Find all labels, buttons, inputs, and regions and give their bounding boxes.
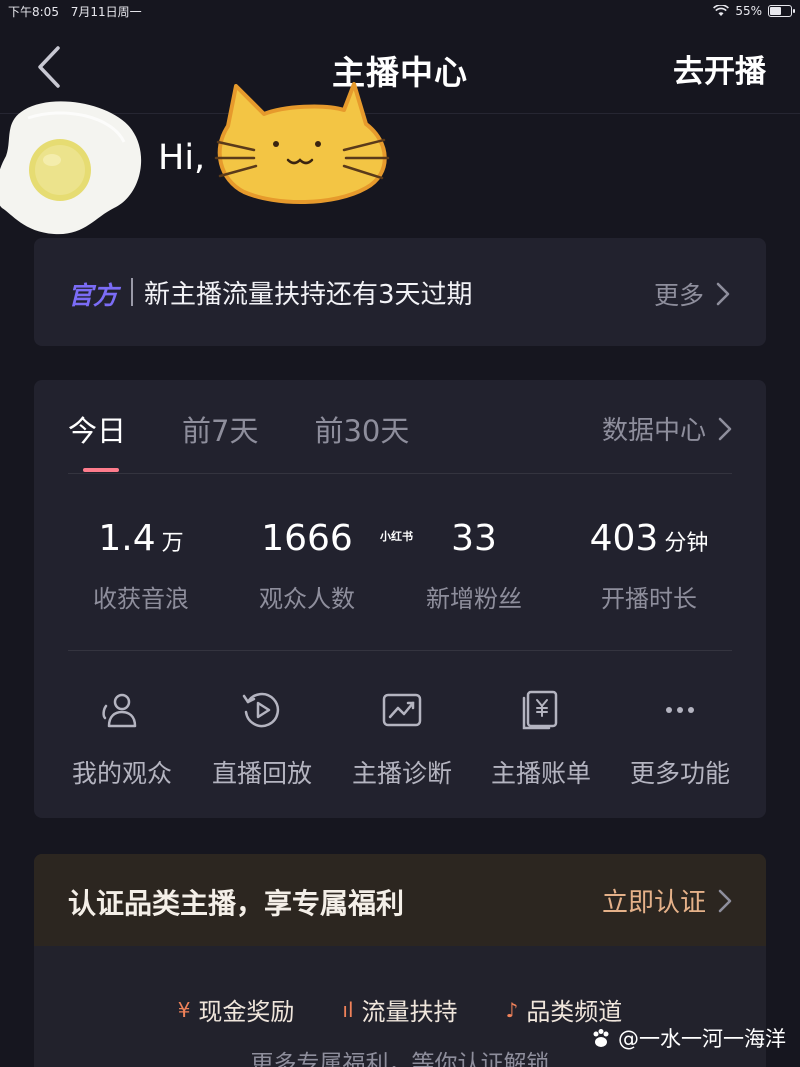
official-notice[interactable]: 官方 新主播流量扶持还有3天过期 更多 [34, 238, 766, 346]
audience-icon [102, 693, 137, 728]
yuan-icon: ¥ [177, 997, 191, 1022]
perk-list: ¥ 现金奖励 ıl 流量扶持 ♪ 品类频道 [34, 992, 766, 1027]
metric-value: 403 [589, 518, 659, 559]
stats-card: 今日 前7天 前30天 数据中心 1.4 万 收获音浪 1666 观众人数 小红书… [34, 380, 766, 818]
streamer-bill-button[interactable]: 主播账单 [475, 688, 607, 790]
music-note-icon: ♪ [505, 997, 519, 1022]
cat-face-sticker-icon [214, 82, 390, 204]
streamer-diagnosis-button[interactable]: 主播诊断 [336, 688, 468, 790]
wifi-icon [713, 5, 730, 16]
notice-more-label: 更多 [653, 281, 704, 310]
perk-label: 品类频道 [526, 998, 623, 1026]
metric-viewers: 1666 观众人数 [222, 518, 392, 614]
tool-label: 更多功能 [629, 759, 730, 788]
perk-traffic-support: ıl 流量扶持 [342, 992, 457, 1027]
greeting: Hi, [0, 80, 800, 240]
metric-label: 新增粉丝 [426, 585, 522, 613]
perk-label: 现金奖励 [198, 998, 295, 1026]
metric-unit: 万 [161, 531, 184, 556]
promo-title: 认证品类主播，享专属福利 [68, 887, 405, 920]
notice-message: 新主播流量扶持还有3天过期 [144, 280, 473, 310]
metric-value: 1666 [261, 518, 353, 559]
status-bar: 下午8:05 7月11日周一 55% [0, 0, 800, 22]
data-center-link[interactable]: 数据中心 [602, 410, 732, 447]
status-time: 下午8:05 [8, 4, 59, 19]
metric-label: 观众人数 [259, 585, 355, 613]
more-dots-icon [666, 707, 694, 713]
live-replay-button[interactable]: 直播回放 [196, 688, 328, 790]
active-tab-indicator [83, 468, 119, 472]
notice-more-link[interactable]: 更多 [654, 276, 730, 312]
perk-category-channel: ♪ 品类频道 [506, 992, 623, 1027]
credit-text: @一水一河一海洋 [618, 1027, 786, 1051]
more-features-button[interactable]: 更多功能 [614, 688, 746, 790]
metric-value: 33 [451, 518, 497, 559]
status-date: 7月11日周一 [70, 4, 142, 19]
chevron-right-icon [718, 889, 732, 912]
metric-label: 开播时长 [601, 585, 697, 613]
data-center-label: 数据中心 [601, 416, 706, 446]
chevron-right-icon [716, 282, 730, 306]
paw-icon [593, 1029, 609, 1047]
metric-unit: 分钟 [664, 531, 709, 556]
bill-icon [522, 690, 558, 730]
diagnosis-icon [382, 693, 422, 727]
replay-icon [242, 692, 280, 728]
notice-divider [131, 278, 133, 306]
tool-label: 主播诊断 [351, 759, 452, 788]
metric-label: 收获音浪 [93, 585, 189, 613]
fried-egg-sticker-icon [0, 101, 142, 235]
tab-today[interactable]: 今日 [68, 408, 126, 450]
perk-cash-reward: ¥ 现金奖励 [178, 992, 295, 1027]
metric-value: 1.4 [98, 518, 156, 559]
battery-percent: 55% [735, 4, 762, 18]
tool-label: 主播账单 [490, 759, 591, 788]
perk-label: 流量扶持 [361, 998, 458, 1026]
tabs-divider [68, 473, 732, 474]
my-audience-button[interactable]: 我的观众 [56, 688, 188, 790]
tool-label: 直播回放 [211, 759, 312, 788]
chevron-right-icon [718, 417, 732, 440]
tab-7-days[interactable]: 前7天 [182, 408, 258, 450]
tab-30-days[interactable]: 前30天 [314, 408, 409, 450]
certify-now-label: 立即认证 [601, 888, 706, 918]
tool-label: 我的观众 [71, 759, 172, 788]
official-tag: 官方 [68, 281, 119, 310]
bar-chart-icon: ıl [342, 997, 354, 1022]
period-tabs: 今日 前7天 前30天 [68, 408, 409, 450]
metrics-divider [68, 650, 732, 651]
metric-sound-waves: 1.4 万 收获音浪 [56, 518, 226, 614]
greeting-hi: Hi, [158, 138, 206, 178]
certify-now-button[interactable]: 立即认证 [602, 882, 732, 919]
watermark-credit: @一水一河一海洋 [590, 1023, 786, 1053]
battery-icon [768, 5, 795, 17]
metric-new-fans: 33 新增粉丝 [389, 518, 559, 614]
metric-live-duration: 403 分钟 开播时长 [564, 518, 734, 614]
